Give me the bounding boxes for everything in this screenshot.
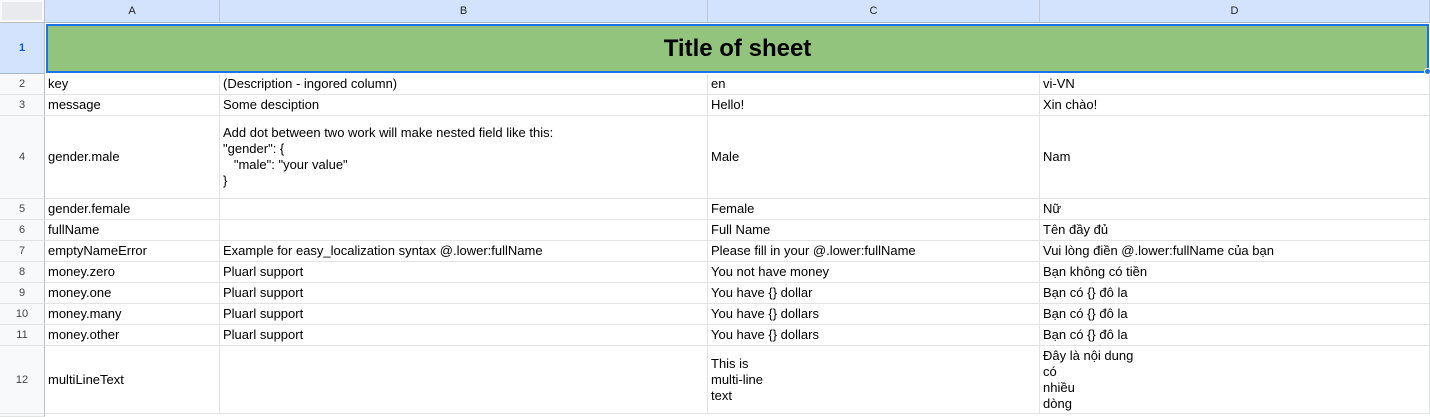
select-all-indicator — [2, 2, 42, 20]
row-header-4[interactable]: 4 — [0, 116, 45, 199]
row-header-7[interactable]: 7 — [0, 241, 45, 262]
row-header-9[interactable]: 9 — [0, 283, 45, 304]
sheet-title-cell[interactable]: Title of sheet — [46, 24, 1429, 73]
column-header-d[interactable]: D — [1040, 0, 1430, 23]
row-header-12[interactable]: 12 — [0, 346, 45, 414]
cell-a10[interactable]: money.many — [45, 304, 220, 325]
cell-b3[interactable]: Some desciption — [220, 95, 708, 116]
cell-a8[interactable]: money.zero — [45, 262, 220, 283]
cell-a9[interactable]: money.one — [45, 283, 220, 304]
cell-d9[interactable]: Bạn có {} đô la — [1040, 283, 1430, 304]
column-header-c[interactable]: C — [708, 0, 1040, 23]
select-all-corner[interactable] — [0, 0, 45, 23]
cell-c12[interactable]: This is multi-line text — [708, 346, 1040, 414]
cell-c6[interactable]: Full Name — [708, 220, 1040, 241]
row-header-6[interactable]: 6 — [0, 220, 45, 241]
cell-c10[interactable]: You have {} dollars — [708, 304, 1040, 325]
cell-c4[interactable]: Male — [708, 116, 1040, 199]
cell-a4[interactable]: gender.male — [45, 116, 220, 199]
cell-d12[interactable]: Đây là nội dung có nhiều dòng — [1040, 346, 1430, 414]
cell-c7[interactable]: Please fill in your @.lower:fullName — [708, 241, 1040, 262]
cell-c11[interactable]: You have {} dollars — [708, 325, 1040, 346]
cell-a11[interactable]: money.other — [45, 325, 220, 346]
cell-d5[interactable]: Nữ — [1040, 199, 1430, 220]
cell-b10[interactable]: Pluarl support — [220, 304, 708, 325]
row-header-10[interactable]: 10 — [0, 304, 45, 325]
cell-c2[interactable]: en — [708, 74, 1040, 95]
cell-c3[interactable]: Hello! — [708, 95, 1040, 116]
row-header-2[interactable]: 2 — [0, 74, 45, 95]
cell-c8[interactable]: You not have money — [708, 262, 1040, 283]
column-header-b[interactable]: B — [220, 0, 708, 23]
cell-b9[interactable]: Pluarl support — [220, 283, 708, 304]
spreadsheet-grid: A B C D 1 2 3 4 5 6 7 8 9 10 11 12 key (… — [0, 0, 1430, 417]
cell-b5[interactable] — [220, 199, 708, 220]
row-header-5[interactable]: 5 — [0, 199, 45, 220]
cell-d2[interactable]: vi-VN — [1040, 74, 1430, 95]
cell-b2[interactable]: (Description - ingored column) — [220, 74, 708, 95]
cell-b7[interactable]: Example for easy_localization syntax @.l… — [220, 241, 708, 262]
cell-b8[interactable]: Pluarl support — [220, 262, 708, 283]
cell-c5[interactable]: Female — [708, 199, 1040, 220]
cell-c9[interactable]: You have {} dollar — [708, 283, 1040, 304]
selection-fill-handle[interactable] — [1424, 68, 1430, 75]
cell-a12[interactable]: multiLineText — [45, 346, 220, 414]
cell-d3[interactable]: Xin chào! — [1040, 95, 1430, 116]
cell-d6[interactable]: Tên đầy đủ — [1040, 220, 1430, 241]
cell-b6[interactable] — [220, 220, 708, 241]
cell-d10[interactable]: Bạn có {} đô la — [1040, 304, 1430, 325]
cell-a3[interactable]: message — [45, 95, 220, 116]
cell-d8[interactable]: Bạn không có tiền — [1040, 262, 1430, 283]
row-header-1[interactable]: 1 — [0, 23, 45, 74]
cell-b12[interactable] — [220, 346, 708, 414]
row-header-11[interactable]: 11 — [0, 325, 45, 346]
cell-a5[interactable]: gender.female — [45, 199, 220, 220]
row-header-8[interactable]: 8 — [0, 262, 45, 283]
cell-a6[interactable]: fullName — [45, 220, 220, 241]
cell-b4[interactable]: Add dot between two work will make neste… — [220, 116, 708, 199]
cell-b11[interactable]: Pluarl support — [220, 325, 708, 346]
cell-d7[interactable]: Vui lòng điền @.lower:fullName của bạn — [1040, 241, 1430, 262]
cell-d4[interactable]: Nam — [1040, 116, 1430, 199]
column-header-a[interactable]: A — [45, 0, 220, 23]
cell-a7[interactable]: emptyNameError — [45, 241, 220, 262]
cell-d11[interactable]: Bạn có {} đô la — [1040, 325, 1430, 346]
row-header-3[interactable]: 3 — [0, 95, 45, 116]
cell-a2[interactable]: key — [45, 74, 220, 95]
